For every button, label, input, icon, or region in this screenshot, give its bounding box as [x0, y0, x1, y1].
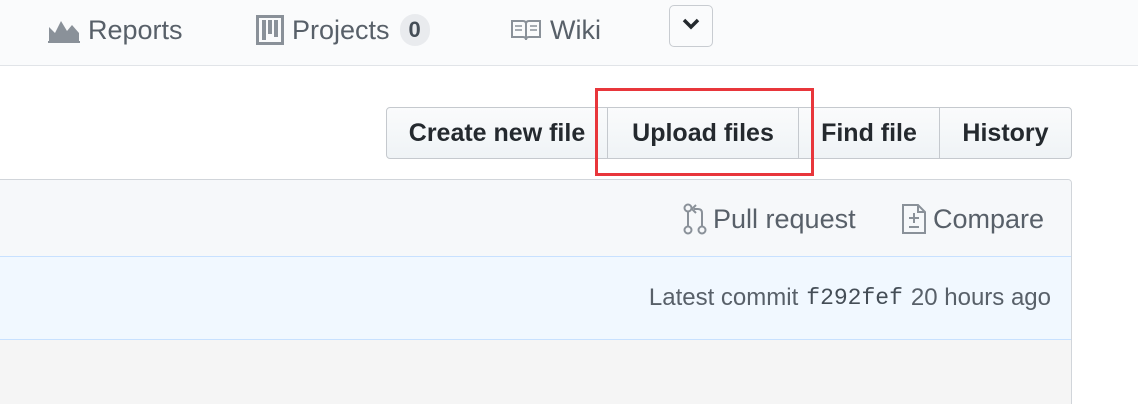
commit-time: 20 hours ago: [910, 284, 1051, 311]
create-new-file-button[interactable]: Create new file: [386, 107, 608, 159]
chevron-down-icon: [682, 17, 700, 35]
book-icon: [510, 18, 542, 42]
nav-reports[interactable]: Reports: [48, 12, 183, 48]
commit-sha-link[interactable]: f292fef: [806, 285, 903, 311]
latest-commit-info: Latest commit f292fef 20 hours ago: [649, 281, 1051, 315]
upload-files-button[interactable]: Upload files: [607, 107, 799, 159]
git-pull-request-icon: [683, 203, 707, 235]
nav-more-button[interactable]: [669, 5, 713, 47]
file-diff-icon: [901, 203, 927, 235]
nav-reports-label: Reports: [88, 14, 183, 45]
pull-request-label: Pull request: [713, 203, 856, 234]
project-icon: [256, 15, 284, 45]
graph-icon: [48, 17, 80, 43]
compare-link[interactable]: Compare: [901, 202, 1044, 236]
nav-wiki-label: Wiki: [550, 14, 601, 45]
branch-panel-header: Pull request Compare: [0, 180, 1071, 257]
repo-nav: Reports Projects 0 Wiki: [0, 0, 1138, 66]
latest-commit-bar: Latest commit f292fef 20 hours ago: [0, 257, 1071, 340]
history-button[interactable]: History: [939, 107, 1072, 159]
file-list-area: [0, 340, 1071, 404]
projects-count-badge: 0: [399, 14, 430, 46]
nav-projects[interactable]: Projects 0: [256, 12, 430, 48]
find-file-button[interactable]: Find file: [798, 107, 940, 159]
pull-request-link[interactable]: Pull request: [683, 202, 856, 236]
branch-panel: Pull request Compare Latest commit f292f…: [0, 179, 1072, 404]
nav-projects-label: Projects: [292, 14, 390, 45]
compare-label: Compare: [933, 203, 1045, 234]
latest-commit-label: Latest commit: [648, 284, 799, 311]
nav-wiki[interactable]: Wiki: [510, 12, 601, 48]
